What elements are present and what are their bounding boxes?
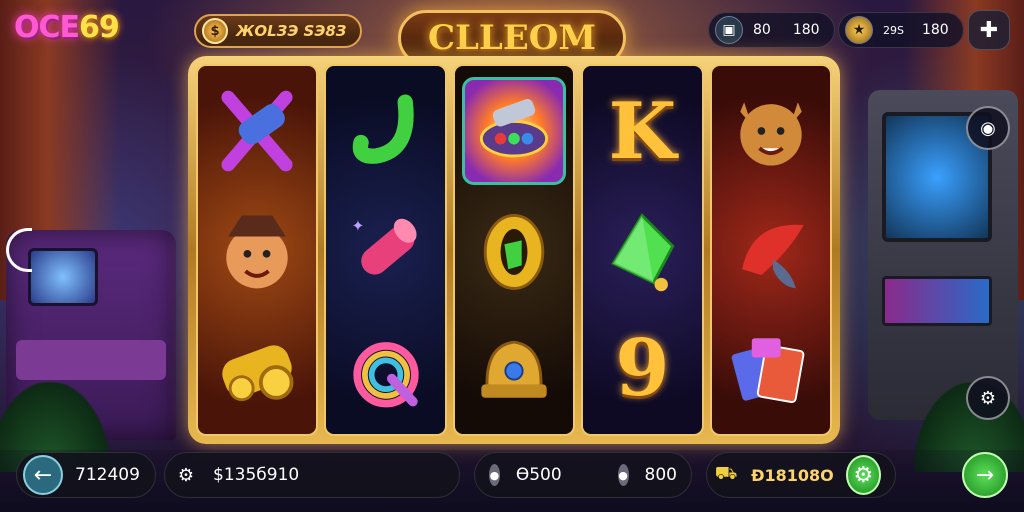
menu-icon: ✚: [979, 17, 999, 43]
cart-icon: ⛟: [714, 463, 738, 484]
scroll-symbol: [205, 77, 309, 185]
spin-settings-button[interactable]: ⚙: [845, 455, 881, 495]
letter-k: K: [608, 85, 677, 177]
reel-2: ✦: [324, 64, 447, 436]
lion-face-symbol: [719, 77, 823, 185]
back-button[interactable]: ←: [23, 455, 63, 495]
bag-icon: ▣: [715, 16, 743, 44]
golden-helmet-symbol: [462, 315, 566, 423]
wild-chest-symbol: [205, 315, 309, 423]
letter-9-symbol: 9: [590, 315, 694, 423]
green-gem-symbol: [590, 196, 694, 304]
bet-lines-pill[interactable]: ● Ѳ500 ● 800: [474, 452, 692, 498]
letter-9: 9: [615, 323, 670, 415]
cards-symbol: [719, 315, 823, 423]
cog-icon: ⚙: [177, 464, 195, 486]
green-note-symbol: [334, 77, 438, 185]
total-win-value: $135б910: [213, 465, 300, 485]
jackpot-pill[interactable]: ⛟ Ð18108О ⚙: [706, 452, 896, 498]
eye-toggle-button[interactable]: ◉: [966, 106, 1010, 150]
arcade-screen-lower: [882, 276, 992, 326]
reel-4: K 9: [581, 64, 704, 436]
bet-value: Ѳ500: [515, 465, 562, 485]
jackpot-value: Ð18108О: [751, 465, 834, 485]
bet-chip-icon: ●: [489, 464, 500, 486]
coin-icon: $: [202, 18, 228, 44]
lines-value: 800: [644, 465, 677, 485]
pirate-face-symbol: [205, 196, 309, 304]
balance-display[interactable]: $ ЖOLЗЭ SЭ8З: [194, 14, 362, 48]
menu-button[interactable]: ✚: [968, 10, 1010, 50]
reel-frame: ✦ K 9: [188, 56, 840, 444]
gear-icon: ⚙: [853, 462, 874, 488]
credit-pill[interactable]: ← 712409: [16, 452, 156, 498]
arcade-screen: [28, 248, 98, 306]
lines-chip-icon: ●: [617, 464, 629, 486]
trophy-icon: ★: [845, 16, 873, 44]
stat1-extra: 180: [792, 22, 820, 38]
stat-pill-1[interactable]: ▣ 80 180: [708, 12, 835, 48]
settings-side-button[interactable]: ⚙: [966, 376, 1010, 420]
svg-text:✦: ✦: [351, 217, 364, 235]
stat-pill-2[interactable]: ★ 29S 180: [838, 12, 964, 48]
arrow-right-icon: →: [975, 462, 995, 488]
game-logo: OCE69: [14, 10, 120, 45]
stat1-value: 80: [753, 22, 771, 38]
next-button[interactable]: →: [962, 452, 1008, 498]
rainbow-symbol: [334, 315, 438, 423]
credit-value: 712409: [75, 465, 140, 485]
reel-3: [452, 64, 576, 436]
reel-5: [709, 64, 833, 436]
gold-zero-symbol: [462, 196, 566, 304]
gear-icon: ⚙: [979, 387, 997, 409]
gem-tray-symbol: [462, 77, 567, 186]
total-win-pill[interactable]: ⚙ $135б910: [164, 452, 460, 498]
balance-value: ЖOLЗЭ SЭ8З: [236, 22, 347, 40]
red-feather-symbol: [719, 196, 823, 304]
letter-k-symbol: K: [590, 77, 694, 185]
eye-icon: ◉: [980, 117, 996, 139]
stat2-label: 29S: [883, 23, 904, 37]
pink-tube-symbol: ✦: [334, 196, 438, 304]
reel-1: [196, 64, 319, 436]
stat2-value: 180: [921, 22, 949, 38]
arrow-left-icon: ←: [33, 462, 53, 488]
game-title: CLLEOM: [427, 18, 597, 58]
arcade-panel: [16, 340, 166, 380]
